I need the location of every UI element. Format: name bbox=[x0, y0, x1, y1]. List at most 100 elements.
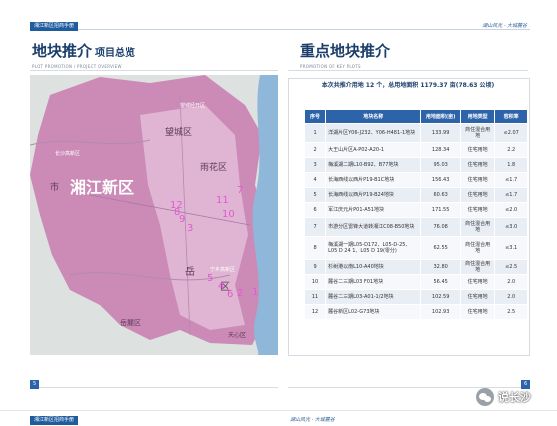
map-label-hitech-zone: 长沙高新区 bbox=[55, 150, 80, 157]
table-row: 11 麓谷二三期L03-A01-1/2地块 102.59 住宅用地 2.0 bbox=[303, 289, 528, 305]
cell-index: 1 bbox=[303, 123, 327, 143]
cell-name: 洋湖片区Y06-J232、Y06-H481-1地块 bbox=[325, 123, 422, 143]
cell-type: 商住混合用地 bbox=[460, 259, 496, 275]
cell-type: 住宅用地 bbox=[460, 157, 496, 173]
cell-area: 133.99 bbox=[420, 123, 462, 143]
watermark: 说长沙 bbox=[476, 388, 531, 406]
cell-name: 长海西线以西片P19-B24地块 bbox=[325, 187, 422, 203]
plot-table: 序号 地块名称 用地面积(亩) 用地类型 容积率 1 洋湖片区Y06-J232、… bbox=[303, 109, 528, 320]
cell-index: 5 bbox=[303, 187, 327, 203]
table-row: 2 大王山片区A-P02-A20-1 128.34 住宅用地 2.2 bbox=[303, 142, 528, 158]
table-row: 10 麓谷二三期L03 F01地块 56.45 住宅用地 2.0 bbox=[303, 274, 528, 290]
cell-area: 128.34 bbox=[420, 142, 462, 158]
left-header-rule bbox=[30, 70, 278, 71]
plot-marker-1: 1 bbox=[252, 287, 258, 298]
district-map: 湘江新区 望城区 雨花区 市 岳 区 望城经开区 长沙高新区 宁乡高新区 岳麓区… bbox=[30, 75, 278, 355]
cell-name: 军江庆元片P01-A51地块 bbox=[325, 202, 422, 218]
header-tag: 湘江新区招商手册 bbox=[30, 22, 79, 31]
left-section-en: PLOT PROMOTION / PROJECT OVERVIEW bbox=[32, 64, 122, 69]
cell-index: 3 bbox=[303, 157, 327, 173]
cell-far: ≤2.0 bbox=[494, 202, 528, 218]
cell-far: ≤1.7 bbox=[494, 187, 528, 203]
left-title-sub: 项目总览 bbox=[95, 48, 136, 59]
col-index: 序号 bbox=[303, 109, 327, 124]
cell-far: 2.0 bbox=[494, 274, 528, 290]
cell-index: 7 bbox=[303, 217, 327, 237]
cell-area: 95.03 bbox=[420, 157, 462, 173]
col-far: 容积率 bbox=[494, 109, 528, 124]
footer-tag: 湘江新区招商手册 bbox=[30, 416, 79, 425]
cell-far: 2.5 bbox=[494, 304, 528, 320]
left-page-number: 5 bbox=[30, 380, 40, 389]
plot-marker-2: 2 bbox=[237, 288, 243, 299]
table-row: 6 军江庆元片P01-A51地块 171.55 住宅用地 ≤2.0 bbox=[303, 202, 528, 218]
cell-area: 62.55 bbox=[420, 236, 462, 260]
cell-type: 住宅用地 bbox=[460, 172, 496, 188]
cell-type: 住宅用地 bbox=[460, 187, 496, 203]
cell-type: 住宅用地 bbox=[460, 274, 496, 290]
map-label-yue: 岳 bbox=[185, 266, 195, 278]
table-header-row: 序号 地块名称 用地面积(亩) 用地类型 容积率 bbox=[303, 109, 528, 124]
cell-name: 市游分区雷锋大道转湘江C08-B50地块 bbox=[325, 217, 422, 237]
left-title-main: 地块推介 bbox=[32, 42, 93, 60]
table-row: 12 麓谷新区L02-G73地块 102.93 住宅用地 2.5 bbox=[303, 304, 528, 320]
table-row: 3 梅溪湖二期L10-B92、B77地块 95.03 住宅用地 1.8 bbox=[303, 157, 528, 173]
cell-far: 2.2 bbox=[494, 142, 528, 158]
left-section-title: 地块推介 项目总览 bbox=[32, 40, 135, 61]
cell-name: 麓谷新区L02-G73地块 bbox=[325, 304, 422, 320]
right-title-main: 重点地块推介 bbox=[300, 42, 391, 60]
cell-type: 住宅用地 bbox=[460, 202, 496, 218]
map-svg: 湘江新区 望城区 雨花区 市 岳 区 望城经开区 长沙高新区 宁乡高新区 岳麓区… bbox=[30, 75, 278, 355]
right-section-en: PROMOTION OF KEY PLOTS bbox=[300, 64, 361, 69]
table-row: 9 杉树港以南L10-A40地块 32.80 商住混合用地 ≤2.5 bbox=[303, 259, 528, 275]
watermark-text: 说长沙 bbox=[498, 391, 531, 404]
header-slogan: 湖山风光 · 大城麓谷 bbox=[482, 23, 527, 29]
wechat-logo-icon bbox=[476, 388, 494, 406]
next-spread-edge bbox=[0, 410, 557, 411]
cell-index: 10 bbox=[303, 274, 327, 290]
map-district-label: 湘江新区 bbox=[70, 178, 134, 197]
cell-area: 102.93 bbox=[420, 304, 462, 320]
cell-index: 2 bbox=[303, 142, 327, 158]
plot-marker-10: 10 bbox=[222, 209, 235, 220]
col-name: 地块名称 bbox=[325, 109, 422, 124]
cell-far: ≤2.07 bbox=[494, 123, 528, 143]
cell-area: 56.45 bbox=[420, 274, 462, 290]
map-label-yuhua: 雨花区 bbox=[200, 161, 227, 173]
plot-marker-11: 11 bbox=[216, 195, 229, 206]
map-label-ningxiang-zone: 宁乡高新区 bbox=[210, 266, 235, 273]
cell-area: 76.08 bbox=[420, 217, 462, 237]
cell-index: 11 bbox=[303, 289, 327, 305]
table-row: 8 梅溪湖一期L05-D172、L05-D-25、L05 D 24 1、L05 … bbox=[303, 236, 528, 260]
map-label-tianxin: 天心区 bbox=[228, 332, 246, 339]
cell-name: 杉树港以南L10-A40地块 bbox=[325, 259, 422, 275]
table-row: 4 长海西线以西片P19-B1C地块 156.43 住宅用地 ≤1.7 bbox=[303, 172, 528, 188]
col-area: 用地面积(亩) bbox=[420, 109, 462, 124]
cell-type: 住宅用地 bbox=[460, 289, 496, 305]
map-label-yuelu: 岳麓区 bbox=[120, 318, 141, 327]
table-row: 7 市游分区雷锋大道转湘江C08-B50地块 76.08 商住混合用地 ≤3.0 bbox=[303, 217, 528, 237]
cell-area: 32.80 bbox=[420, 259, 462, 275]
cell-index: 8 bbox=[303, 236, 327, 260]
cell-index: 9 bbox=[303, 259, 327, 275]
cell-far: ≤1.7 bbox=[494, 172, 528, 188]
plot-marker-5: 5 bbox=[207, 273, 213, 284]
right-header-rule bbox=[288, 70, 528, 71]
cell-far: ≤3.1 bbox=[494, 236, 528, 260]
footer-slogan: 湖山风光 · 大城麓谷 bbox=[290, 417, 335, 423]
cell-name: 大王山片区A-P02-A20-1 bbox=[325, 142, 422, 158]
cell-type: 住宅用地 bbox=[460, 304, 496, 320]
cell-far: 2.0 bbox=[494, 289, 528, 305]
plot-marker-3: 3 bbox=[187, 223, 193, 234]
cell-name: 麓谷二三期L03 F01地块 bbox=[325, 274, 422, 290]
header-rule bbox=[30, 22, 530, 30]
right-section-title: 重点地块推介 bbox=[300, 40, 390, 61]
cell-area: 102.59 bbox=[420, 289, 462, 305]
cell-area: 156.43 bbox=[420, 172, 462, 188]
cell-area: 60.63 bbox=[420, 187, 462, 203]
cell-index: 12 bbox=[303, 304, 327, 320]
cell-type: 商住混合用地 bbox=[460, 217, 496, 237]
cell-name: 长海西线以西片P19-B1C地块 bbox=[325, 172, 422, 188]
table-row: 1 洋湖片区Y06-J232、Y06-H481-1地块 133.99 商住混合用… bbox=[303, 123, 528, 143]
plot-marker-4: 4 bbox=[218, 281, 224, 292]
